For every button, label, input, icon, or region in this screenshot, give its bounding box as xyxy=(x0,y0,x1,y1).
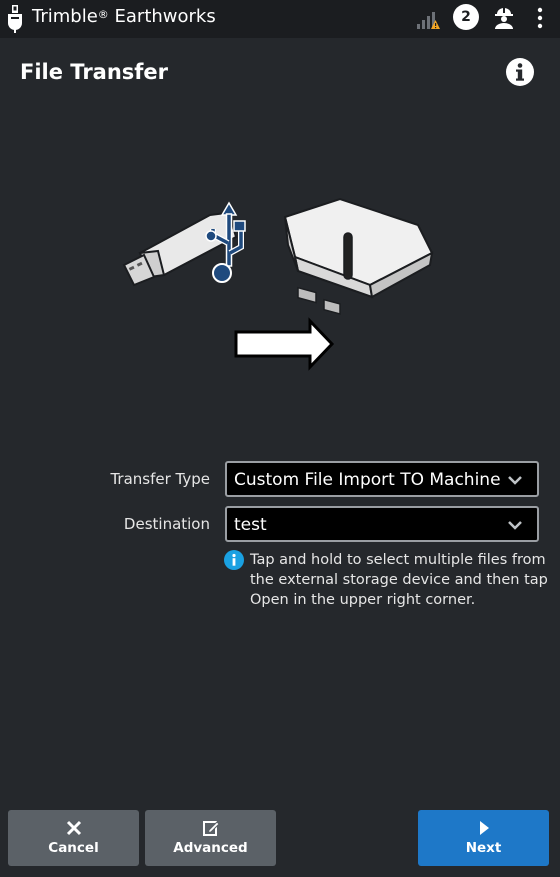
transfer-illustration xyxy=(122,197,434,371)
brand-name: Trimble xyxy=(32,6,98,27)
product-name: Earthworks xyxy=(114,6,216,27)
advanced-button[interactable]: Advanced xyxy=(145,810,276,866)
destination-value: test xyxy=(234,515,267,535)
advanced-label: Advanced xyxy=(173,840,248,856)
machine-controller-icon xyxy=(283,197,434,315)
next-label: Next xyxy=(465,840,502,856)
chevron-down-icon xyxy=(508,521,522,530)
more-vert-icon[interactable] xyxy=(530,6,550,30)
registered-mark: ® xyxy=(97,8,109,21)
transfer-type-select[interactable]: Custom File Import TO Machine xyxy=(225,461,539,497)
destination-label: Destination xyxy=(123,515,210,533)
play-icon xyxy=(479,821,489,835)
cancel-label: Cancel xyxy=(48,840,99,856)
app-title: Trimble® Earthworks xyxy=(32,6,216,28)
trimble-logo-icon xyxy=(8,5,22,33)
signal-warning-icon[interactable] xyxy=(416,8,440,30)
operator-icon[interactable] xyxy=(492,5,516,29)
cancel-button[interactable]: Cancel xyxy=(8,810,139,866)
top-bar: Trimble® Earthworks 2 xyxy=(0,0,560,38)
notification-badge[interactable]: 2 xyxy=(453,4,479,30)
destination-select[interactable]: test xyxy=(225,506,539,542)
page-title: File Transfer xyxy=(20,60,169,84)
edit-icon xyxy=(202,821,220,836)
arrow-right-icon xyxy=(234,317,335,371)
transfer-type-label: Transfer Type xyxy=(110,470,210,488)
next-button[interactable]: Next xyxy=(418,810,549,866)
info-icon[interactable] xyxy=(505,57,535,87)
chevron-down-icon xyxy=(508,476,522,485)
transfer-type-value: Custom File Import TO Machine xyxy=(234,470,501,490)
info-icon xyxy=(224,550,244,570)
close-icon xyxy=(66,820,81,836)
help-text: Tap and hold to select multiple files fr… xyxy=(250,552,548,608)
